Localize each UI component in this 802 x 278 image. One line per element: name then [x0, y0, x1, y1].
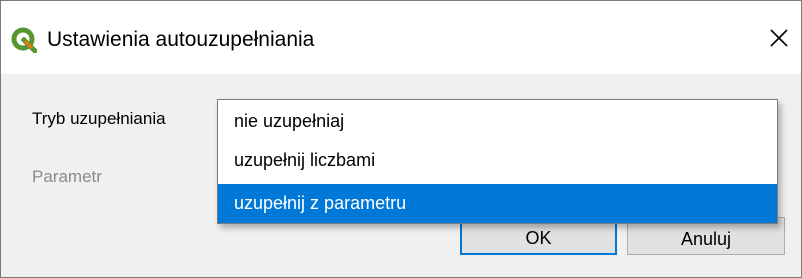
- dropdown-option-fill-numbers[interactable]: uzupełnij liczbami: [218, 141, 777, 179]
- mode-label: Tryb uzupełniania: [32, 109, 166, 128]
- title-bar: Ustawienia autouzupełniania: [1, 1, 801, 74]
- window-title: Ustawienia autouzupełniania: [47, 28, 315, 51]
- dropdown-option-no-fill[interactable]: nie uzupełniaj: [218, 102, 777, 140]
- parameter-label: Parametr: [32, 167, 102, 186]
- close-button[interactable]: [757, 15, 801, 61]
- close-icon: [769, 28, 789, 48]
- mode-dropdown-list[interactable]: nie uzupełniaj uzupełnij liczbami uzupeł…: [217, 99, 778, 224]
- qgis-logo-icon: [11, 27, 39, 55]
- dialog-window: Ustawienia autouzupełniania Tryb uzupełn…: [0, 0, 802, 278]
- dropdown-option-fill-from-parameter[interactable]: uzupełnij z parametru: [218, 184, 777, 223]
